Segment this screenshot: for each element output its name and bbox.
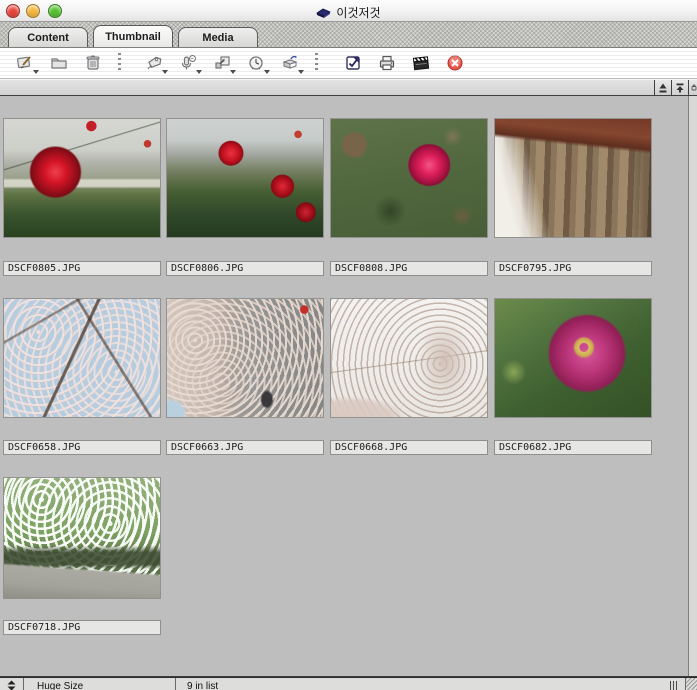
dropdown-arrow-icon [230,70,236,74]
thumbnail-filename[interactable]: DSCF0808.JPG [330,261,488,276]
size-toggle-button[interactable] [0,678,24,690]
voice-annotation-button[interactable] [177,51,199,75]
thumbnail-image[interactable] [330,118,488,238]
thumbnail-image[interactable] [3,477,161,599]
delete-button[interactable] [444,51,466,75]
thumbnail-filename[interactable]: DSCF0658.JPG [3,440,161,455]
thumbnail-image[interactable] [166,298,324,418]
thumbnail-filename[interactable]: DSCF0668.JPG [330,440,488,455]
thumbnail-filename[interactable]: DSCF0806.JPG [166,261,324,276]
thumbnail-filename[interactable]: DSCF0805.JPG [3,261,161,276]
thumbnail-grid: DSCF0805.JPG DSCF0806.JPG DSCF0808.JPG D… [0,96,697,677]
window-title: 이것저것 [336,4,380,21]
tab-thumbnail[interactable]: Thumbnail [93,25,173,47]
thumbnail-image[interactable] [3,298,161,418]
send-button[interactable] [279,51,301,75]
trash-button[interactable] [82,51,104,75]
dropdown-arrow-icon [33,70,39,74]
toolbar-separator [118,53,121,73]
tab-thumbnail-label: Thumbnail [105,31,161,43]
resize-grip-icon[interactable] [685,678,697,690]
dropdown-arrow-icon [298,70,304,74]
thumbnail-image[interactable] [3,118,161,238]
status-bar: Huge Size 9 in list [0,677,697,690]
thumbnail-filename[interactable]: DSCF0718.JPG [3,620,161,635]
dropdown-arrow-icon [162,70,168,74]
thumbnail-image[interactable] [330,298,488,418]
thumbnail-filename[interactable]: DSCF0663.JPG [166,440,324,455]
tab-content[interactable]: Content [8,27,88,47]
tag-button[interactable] [143,51,165,75]
toolbar-separator [315,53,318,73]
tab-media[interactable]: Media [178,27,258,47]
tab-bar: Content Thumbnail Media [0,22,697,48]
checkbox-button[interactable] [342,51,364,75]
sort-partial-button[interactable] [688,80,697,95]
up-down-arrows-icon [6,680,17,690]
thumbnail-size-label[interactable]: Huge Size [24,678,176,690]
sort-ascending-button[interactable] [654,80,671,95]
dropdown-arrow-icon [264,70,270,74]
tab-media-label: Media [202,32,233,44]
folder-button[interactable] [48,51,70,75]
application-window: 이것저것 Content Thumbnail Media [0,0,697,690]
book-icon [316,6,331,18]
item-count-label: 9 in list [176,678,218,690]
tab-content-label: Content [27,32,69,44]
slideshow-button[interactable] [410,51,432,75]
list-header-bar [0,79,697,96]
rotate-edit-button[interactable] [14,51,36,75]
thumbnail-image[interactable] [494,298,652,418]
print-button[interactable] [376,51,398,75]
splitter-grip-icon[interactable] [670,681,679,690]
window-title-group: 이것저것 [0,3,697,21]
thumbnail-filename[interactable]: DSCF0682.JPG [494,440,652,455]
toolbar [0,48,697,79]
thumbnail-filename[interactable]: DSCF0795.JPG [494,261,652,276]
sort-to-top-button[interactable] [671,80,688,95]
title-bar: 이것저것 [0,0,697,22]
thumbnail-image[interactable] [494,118,652,238]
dropdown-arrow-icon [196,70,202,74]
clock-button[interactable] [245,51,267,75]
thumbnail-image[interactable] [166,118,324,238]
vertical-scrollbar[interactable] [688,96,697,676]
resize-button[interactable] [211,51,233,75]
